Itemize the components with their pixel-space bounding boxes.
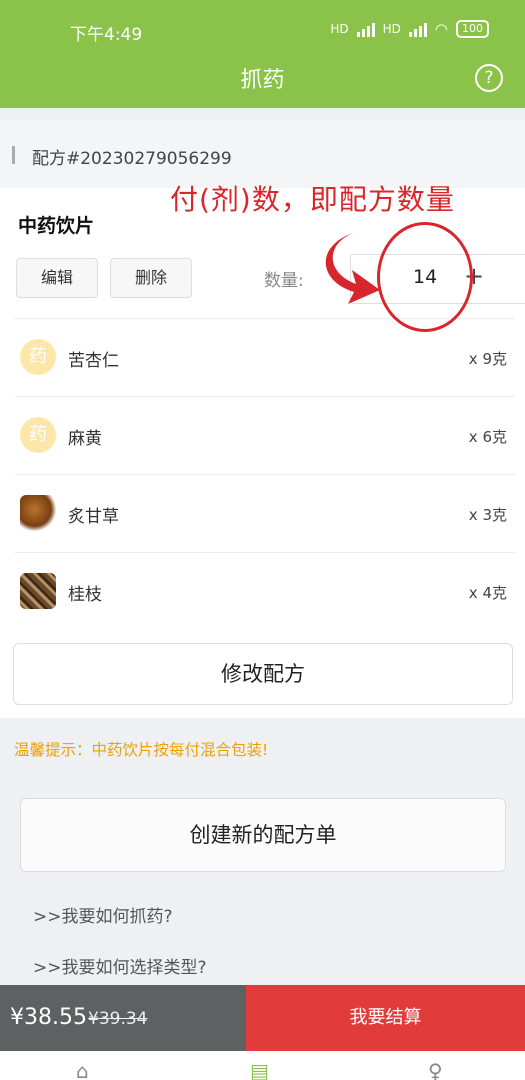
section-title: 中药饮片: [18, 215, 95, 237]
herb-name: 桂枝: [68, 585, 102, 605]
clipboard-icon[interactable]: ▤: [250, 1059, 269, 1080]
recipe-id: 配方#20230279056299: [32, 149, 232, 169]
user-icon[interactable]: ♀: [428, 1059, 443, 1080]
recipe-id-marker: [12, 146, 15, 164]
herb-name: 炙甘草: [68, 507, 119, 527]
checkout-bar: ¥38.55 ¥39.34 我要结算: [0, 985, 525, 1051]
herb-list: 药 苦杏仁 x 9克 药 麻黄 x 6克 炙甘草 x 3克 桂枝 x 4克: [0, 318, 525, 630]
edit-button[interactable]: 编辑: [16, 258, 98, 298]
quantity-label: 数量:: [264, 271, 304, 291]
faq-link-how-to-buy[interactable]: >>我要如何抓药?: [33, 902, 173, 927]
modify-recipe-button[interactable]: 修改配方: [13, 643, 513, 705]
annotation-arrow-icon: [325, 232, 380, 304]
total-price: ¥38.55: [10, 1005, 87, 1030]
price-area: ¥38.55 ¥39.34: [0, 985, 246, 1051]
herb-amount: x 3克: [468, 506, 507, 524]
herb-amount: x 6克: [468, 428, 507, 446]
hd-label-2: HD: [382, 22, 401, 36]
hd-label-1: HD: [330, 22, 349, 36]
herb-photo-icon: [20, 573, 56, 609]
herb-name: 麻黄: [68, 429, 102, 449]
checkout-button[interactable]: 我要结算: [246, 985, 525, 1051]
list-item[interactable]: 桂枝 x 4克: [14, 552, 515, 630]
wifi-icon: ◠: [434, 20, 448, 38]
list-item[interactable]: 药 麻黄 x 6克: [14, 396, 515, 474]
battery-icon: 100: [456, 20, 489, 38]
status-icons: HD HD ◠ 100: [330, 20, 489, 38]
tip-text: 温馨提示：中药饮片按每付混合包装!: [14, 741, 269, 759]
question-circle-icon[interactable]: ?: [475, 64, 503, 92]
herb-name: 苦杏仁: [68, 351, 119, 371]
signal-icon-2: [408, 21, 427, 37]
annotation-text: 付(剂)数，即配方数量: [170, 183, 455, 216]
header-bar: 下午4:49 HD HD ◠ 100 抓药 ?: [0, 0, 525, 108]
herb-icon: 药: [20, 339, 56, 375]
signal-icon: [356, 21, 375, 37]
home-icon[interactable]: ⌂: [76, 1059, 89, 1080]
delete-button[interactable]: 删除: [110, 258, 192, 298]
original-price: ¥39.34: [88, 1009, 148, 1029]
herb-amount: x 9克: [468, 350, 507, 368]
faq-link-how-to-choose[interactable]: >>我要如何选择类型?: [33, 953, 207, 978]
status-time: 下午4:49: [70, 25, 143, 45]
page-title: 抓药: [240, 68, 285, 93]
list-item[interactable]: 药 苦杏仁 x 9克: [14, 318, 515, 396]
herb-photo-icon: [20, 495, 56, 531]
herb-amount: x 4克: [468, 584, 507, 602]
tab-bar: ⌂ ▤ ♀: [0, 1051, 525, 1080]
herb-icon: 药: [20, 417, 56, 453]
create-recipe-button[interactable]: 创建新的配方单: [20, 798, 506, 872]
list-item[interactable]: 炙甘草 x 3克: [14, 474, 515, 552]
